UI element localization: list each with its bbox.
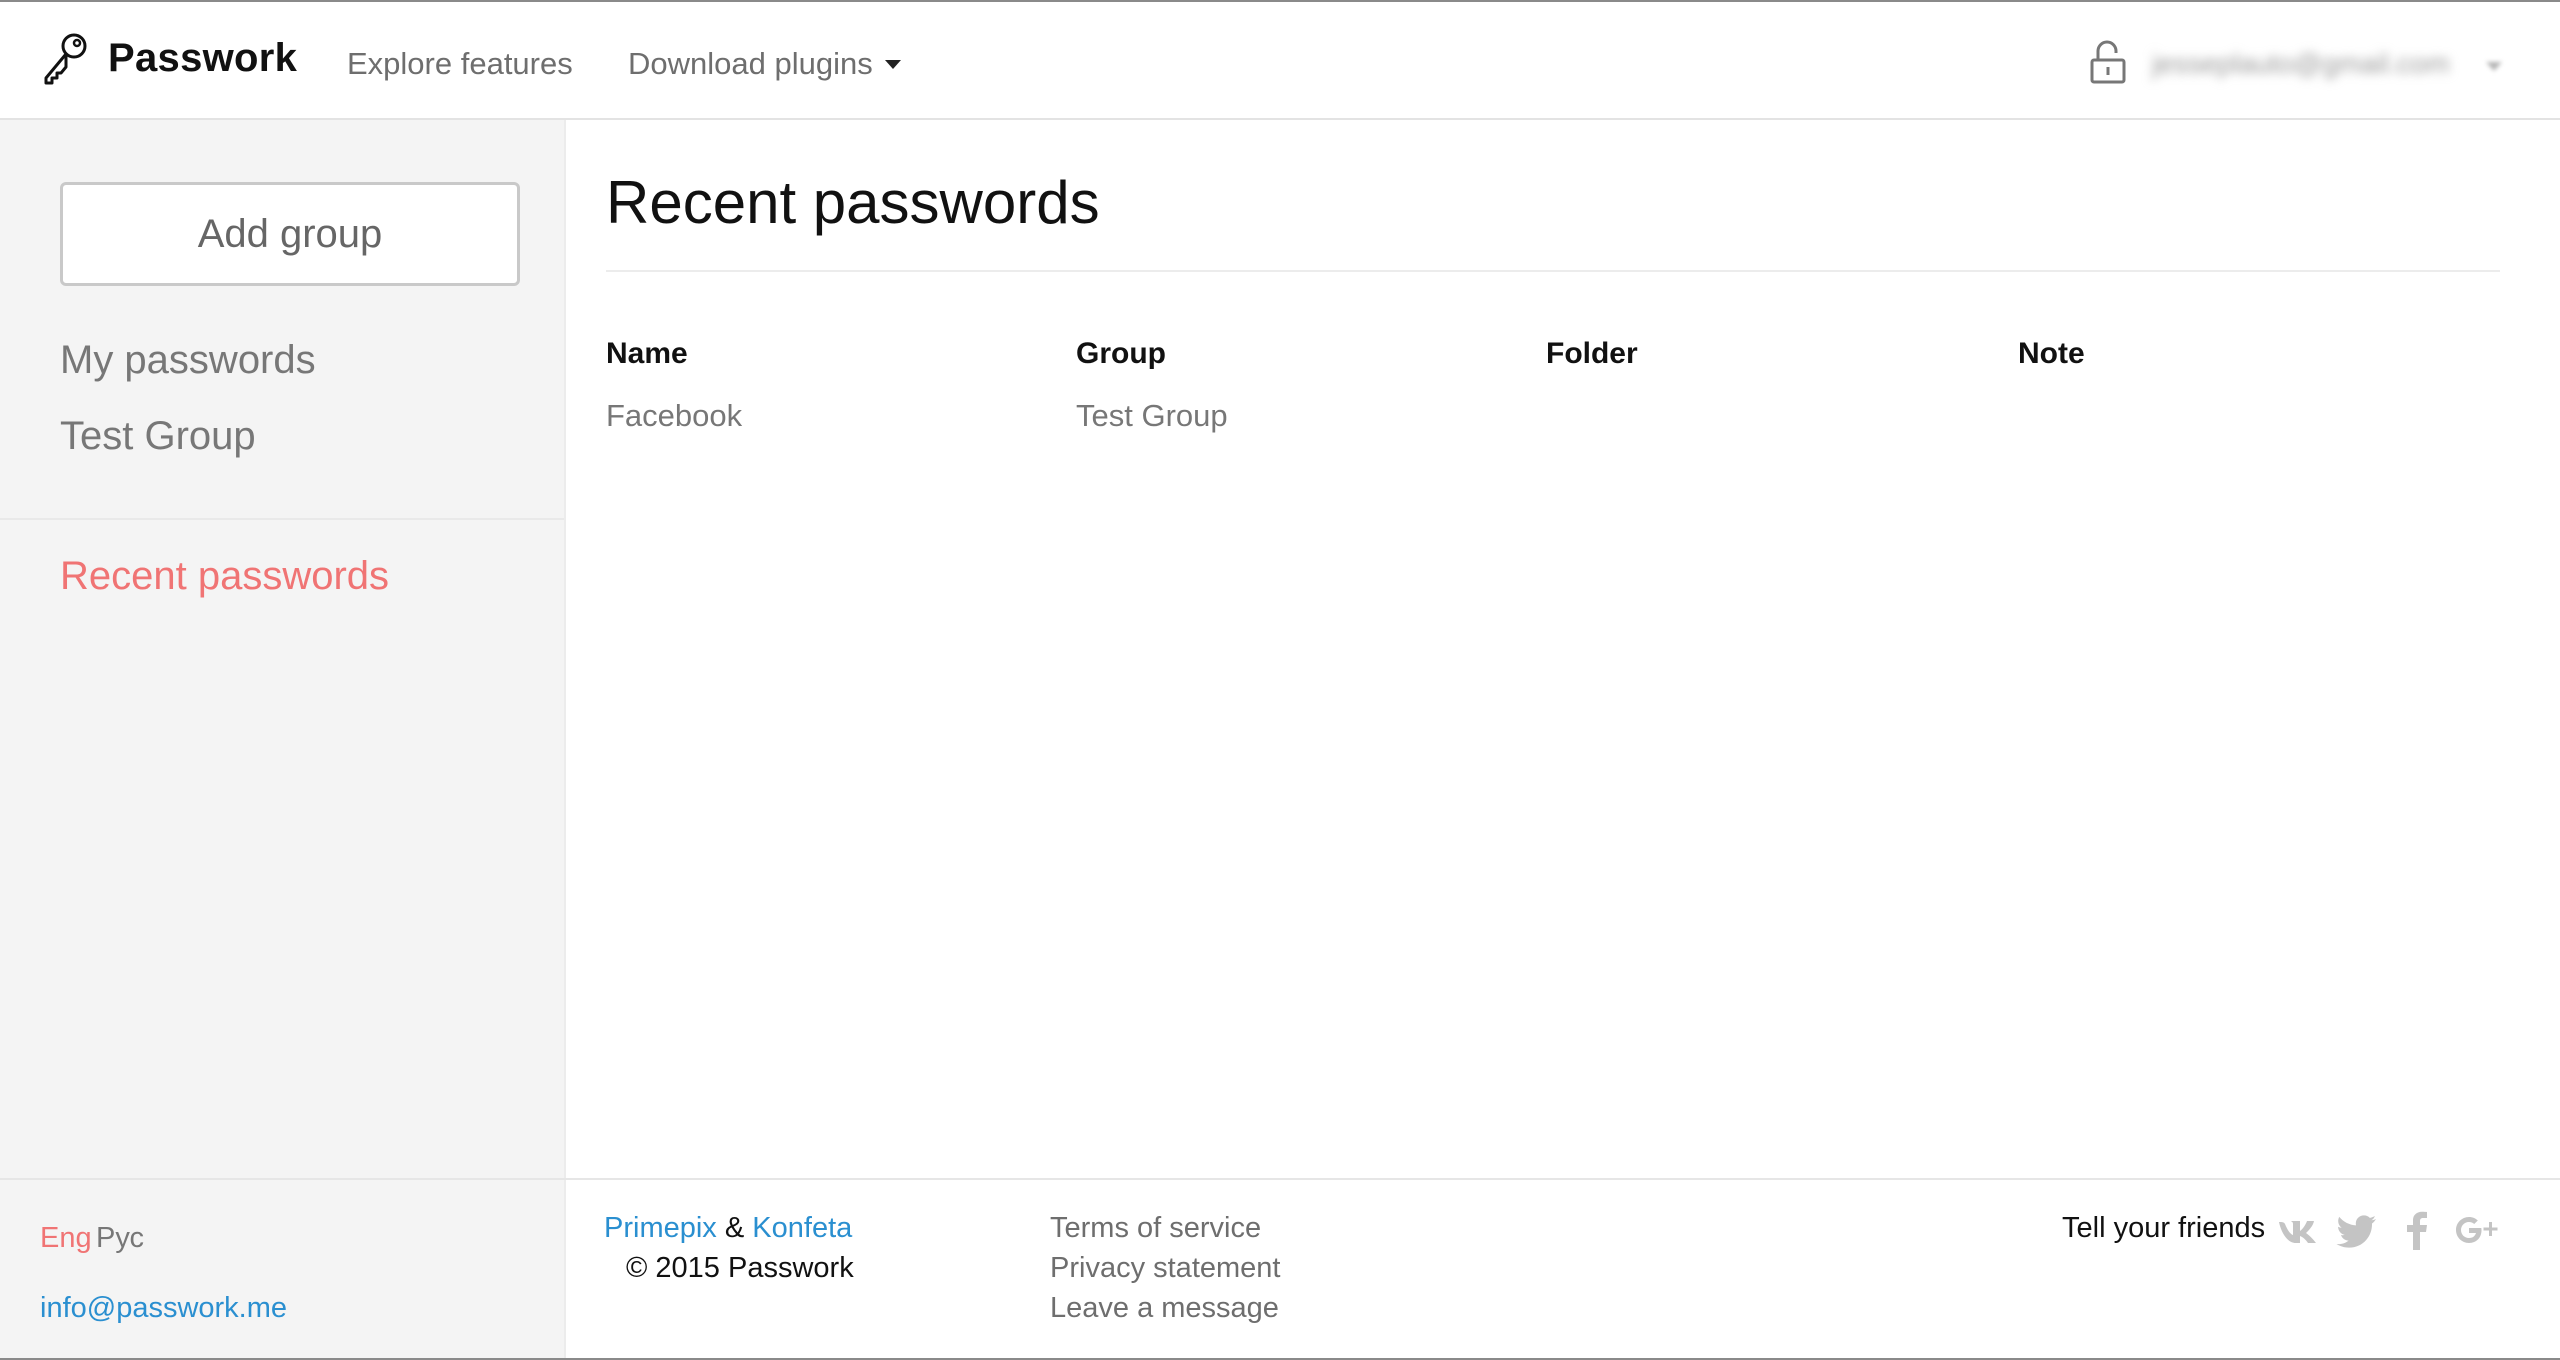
brand-name: Passwork	[108, 35, 298, 80]
key-icon	[44, 33, 87, 85]
primepix-link[interactable]: Primepix	[604, 1212, 717, 1244]
column-header-folder[interactable]: Folder	[1546, 337, 1638, 371]
footer: Eng Рус info@passwork.me Primepix & Konf…	[0, 1178, 2560, 1358]
vk-icon[interactable]	[2276, 1208, 2320, 1252]
twitter-icon[interactable]	[2336, 1208, 2380, 1252]
footer-sidebar: Eng Рус info@passwork.me	[0, 1180, 566, 1358]
column-header-name[interactable]: Name	[606, 337, 688, 371]
chevron-down-icon	[884, 59, 901, 69]
sidebar-item-my-passwords[interactable]: My passwords	[60, 338, 316, 383]
konfeta-link[interactable]: Konfeta	[752, 1212, 852, 1244]
leave-message-link[interactable]: Leave a message	[1050, 1292, 1279, 1325]
column-header-group[interactable]: Group	[1076, 337, 1166, 371]
lock-open-icon[interactable]	[2088, 40, 2128, 84]
sidebar-divider	[0, 518, 564, 520]
cell-name[interactable]: Facebook	[606, 398, 742, 434]
column-header-note[interactable]: Note	[2018, 337, 2085, 371]
tell-friends-label: Tell your friends	[2062, 1212, 2266, 1244]
language-eng-link[interactable]: Eng	[40, 1222, 92, 1255]
sidebar-item-test-group[interactable]: Test Group	[60, 414, 256, 459]
page-title: Recent passwords	[606, 169, 1100, 236]
credits: Primepix & Konfeta	[604, 1212, 852, 1245]
facebook-icon[interactable]	[2396, 1208, 2440, 1252]
contact-email-link[interactable]: info@passwork.me	[40, 1292, 287, 1325]
download-plugins-label: Download plugins	[628, 46, 873, 81]
terms-of-service-link[interactable]: Terms of service	[1050, 1212, 1261, 1245]
title-divider	[606, 270, 2500, 272]
top-navbar: Passwork Explore features Download plugi…	[0, 2, 2560, 120]
user-menu-chevron-icon[interactable]	[2486, 62, 2502, 71]
cell-group[interactable]: Test Group	[1076, 398, 1228, 434]
sidebar-item-recent-passwords[interactable]: Recent passwords	[60, 554, 389, 599]
add-group-button[interactable]: Add group	[60, 182, 520, 286]
privacy-statement-link[interactable]: Privacy statement	[1050, 1252, 1280, 1285]
download-plugins-dropdown[interactable]: Download plugins	[628, 46, 901, 82]
explore-features-link[interactable]: Explore features	[347, 46, 573, 82]
sidebar: Add group My passwords Test Group Recent…	[0, 120, 566, 1178]
brand[interactable]: Passwork	[40, 30, 297, 86]
google-plus-icon[interactable]	[2454, 1208, 2498, 1252]
user-email-menu[interactable]: jesseplauto@gmail.com	[2152, 48, 2450, 80]
credits-ampersand: &	[724, 1212, 745, 1244]
language-rus-link[interactable]: Рус	[96, 1222, 144, 1255]
copyright: © 2015 Passwork	[626, 1252, 854, 1284]
